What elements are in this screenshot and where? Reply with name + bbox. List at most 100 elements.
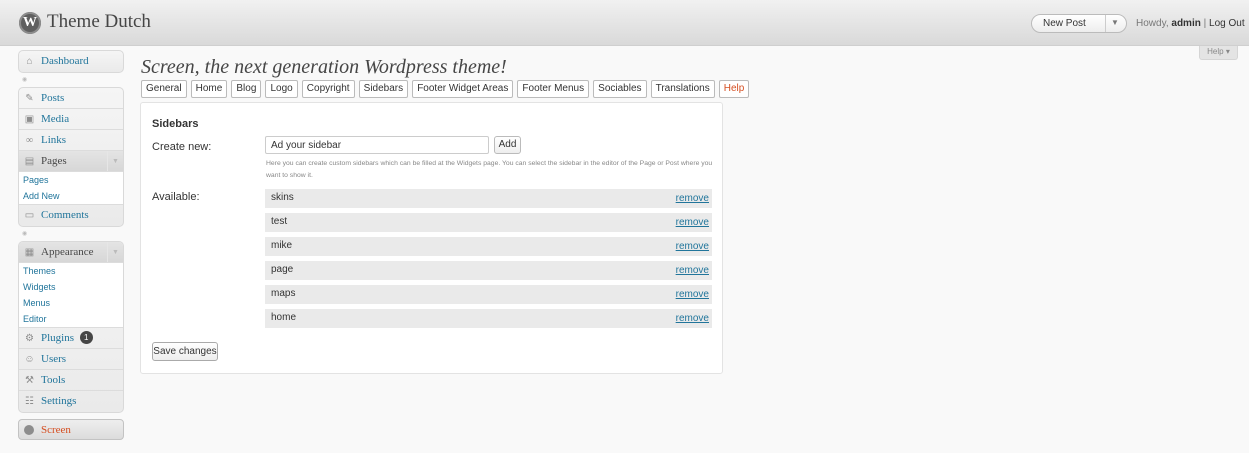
menu-item-appearance[interactable]: ▦ Appearance ▼	[19, 242, 123, 263]
divider: |	[1203, 18, 1207, 29]
menu-item-users[interactable]: ☺ Users	[19, 349, 123, 370]
list-item: home remove	[265, 309, 712, 328]
plugins-icon: ⚙	[25, 333, 34, 344]
menu-group-dashboard: ⌂ Dashboard	[18, 50, 124, 73]
menu-label: Media	[41, 113, 70, 125]
sidebar-name: page	[271, 264, 294, 275]
menu-label: Dashboard	[41, 55, 89, 67]
menu-separator: ◉	[18, 227, 124, 241]
menu-item-tools[interactable]: ⚒ Tools	[19, 370, 123, 391]
tab-footer-menus[interactable]: Footer Menus	[517, 80, 590, 98]
submenu-item-widgets[interactable]: Widgets	[19, 279, 123, 295]
new-post-dropdown[interactable]: New Post ▼	[1031, 14, 1127, 33]
menu-label: Screen	[41, 424, 71, 436]
submenu-item-themes[interactable]: Themes	[19, 263, 123, 279]
chevron-down-icon[interactable]: ▼	[107, 242, 123, 262]
admin-header: W Theme Dutch New Post ▼ Howdy, admin | …	[0, 0, 1249, 46]
sidebar-name: home	[271, 312, 297, 323]
new-post-label[interactable]: New Post	[1043, 18, 1086, 29]
submenu-item-menus[interactable]: Menus	[19, 295, 123, 311]
chevron-down-icon[interactable]: ▼	[1111, 18, 1119, 27]
tab-copyright[interactable]: Copyright	[301, 80, 355, 98]
list-item: mike remove	[265, 237, 712, 256]
settings-icon: ☷	[25, 396, 34, 407]
menu-label: Links	[41, 134, 67, 146]
tab-blog[interactable]: Blog	[231, 80, 262, 98]
menu-item-pages[interactable]: ▤ Pages ▼	[19, 151, 123, 172]
save-changes-button[interactable]: Save changes	[152, 342, 218, 361]
panel-heading: Sidebars	[152, 118, 199, 130]
appearance-icon: ▦	[24, 247, 35, 258]
menu-label: Appearance	[41, 246, 94, 258]
remove-link[interactable]: remove	[676, 241, 709, 252]
menu-item-links[interactable]: ∞ Links	[19, 130, 123, 151]
tab-help[interactable]: Help	[718, 80, 750, 98]
sidebars-panel: Sidebars Create new: Add Here you can cr…	[140, 102, 723, 374]
admin-menu: ⌂ Dashboard ◉ ✎ Posts ▣ Media ∞ Links ▤ …	[18, 50, 124, 440]
remove-link[interactable]: remove	[676, 289, 709, 300]
tab-sidebars[interactable]: Sidebars	[358, 80, 409, 98]
media-icon: ▣	[24, 114, 35, 125]
tab-general[interactable]: General	[141, 80, 187, 98]
menu-item-posts[interactable]: ✎ Posts	[19, 88, 123, 109]
separator-dot-icon: ◉	[22, 231, 28, 237]
pages-icon: ▤	[24, 156, 35, 167]
menu-label: Settings	[41, 395, 77, 407]
tab-sociables[interactable]: Sociables	[593, 80, 647, 98]
posts-icon: ✎	[25, 93, 34, 104]
menu-item-comments[interactable]: ▭ Comments	[19, 205, 123, 226]
menu-label: Pages	[41, 155, 67, 167]
tab-home[interactable]: Home	[190, 80, 228, 98]
remove-link[interactable]: remove	[676, 217, 709, 228]
list-item: skins remove	[265, 189, 712, 208]
sidebar-name: test	[271, 216, 288, 227]
options-tabs: General Home Blog Logo Copyright Sidebar…	[141, 80, 750, 98]
chevron-down-icon[interactable]: ▼	[107, 151, 123, 171]
logout-link[interactable]: Log Out	[1209, 18, 1245, 29]
menu-item-media[interactable]: ▣ Media	[19, 109, 123, 130]
submenu-item-pages[interactable]: Pages	[19, 172, 123, 188]
pages-submenu: Pages Add New	[19, 172, 123, 205]
dropdown-divider	[1105, 15, 1106, 32]
tab-translations[interactable]: Translations	[650, 80, 715, 98]
separator-dot-icon: ◉	[22, 77, 28, 83]
menu-label: Users	[41, 353, 67, 365]
tab-logo[interactable]: Logo	[265, 80, 298, 98]
menu-separator: ◉	[18, 73, 124, 87]
submenu-item-add-new[interactable]: Add New	[19, 188, 123, 204]
available-label: Available:	[152, 191, 200, 203]
user-greeting: Howdy, admin | Log Out	[1136, 18, 1245, 29]
create-new-label: Create new:	[152, 141, 212, 153]
menu-label: Plugins	[41, 332, 75, 344]
list-item: maps remove	[265, 285, 712, 304]
remove-link[interactable]: remove	[676, 265, 709, 276]
sidebar-list: skins remove test remove mike remove pag…	[265, 189, 712, 333]
howdy-text: Howdy,	[1136, 18, 1169, 29]
menu-item-screen[interactable]: Screen	[18, 419, 124, 440]
users-icon: ☺	[24, 354, 35, 365]
update-count-badge: 1	[79, 331, 93, 344]
menu-label: Tools	[41, 374, 66, 386]
username-link[interactable]: admin	[1171, 18, 1200, 29]
site-title[interactable]: Theme Dutch	[47, 11, 151, 33]
menu-item-settings[interactable]: ☷ Settings	[19, 391, 123, 412]
tab-footer-widget-areas[interactable]: Footer Widget Areas	[412, 80, 514, 98]
menu-label: Comments	[41, 209, 89, 221]
tools-icon: ⚒	[25, 375, 34, 386]
screen-icon	[24, 425, 34, 435]
sidebar-name: mike	[271, 240, 293, 251]
menu-group-settings: ▦ Appearance ▼ Themes Widgets Menus Edit…	[18, 241, 124, 413]
help-text: Here you can create custom sidebars whic…	[266, 160, 713, 179]
remove-link[interactable]: remove	[676, 193, 709, 204]
menu-group-content: ✎ Posts ▣ Media ∞ Links ▤ Pages ▼ Pages …	[18, 87, 124, 227]
help-tab[interactable]: Help ▾	[1199, 46, 1238, 60]
new-sidebar-input[interactable]	[265, 136, 489, 154]
menu-label: Posts	[41, 92, 65, 104]
menu-item-dashboard[interactable]: ⌂ Dashboard	[19, 51, 123, 72]
remove-link[interactable]: remove	[676, 313, 709, 324]
submenu-item-editor[interactable]: Editor	[19, 311, 123, 327]
add-sidebar-button[interactable]: Add	[494, 136, 521, 154]
wordpress-logo-icon[interactable]: W	[19, 12, 41, 34]
appearance-submenu: Themes Widgets Menus Editor	[19, 263, 123, 328]
menu-item-plugins[interactable]: ⚙ Plugins 1	[19, 328, 123, 349]
